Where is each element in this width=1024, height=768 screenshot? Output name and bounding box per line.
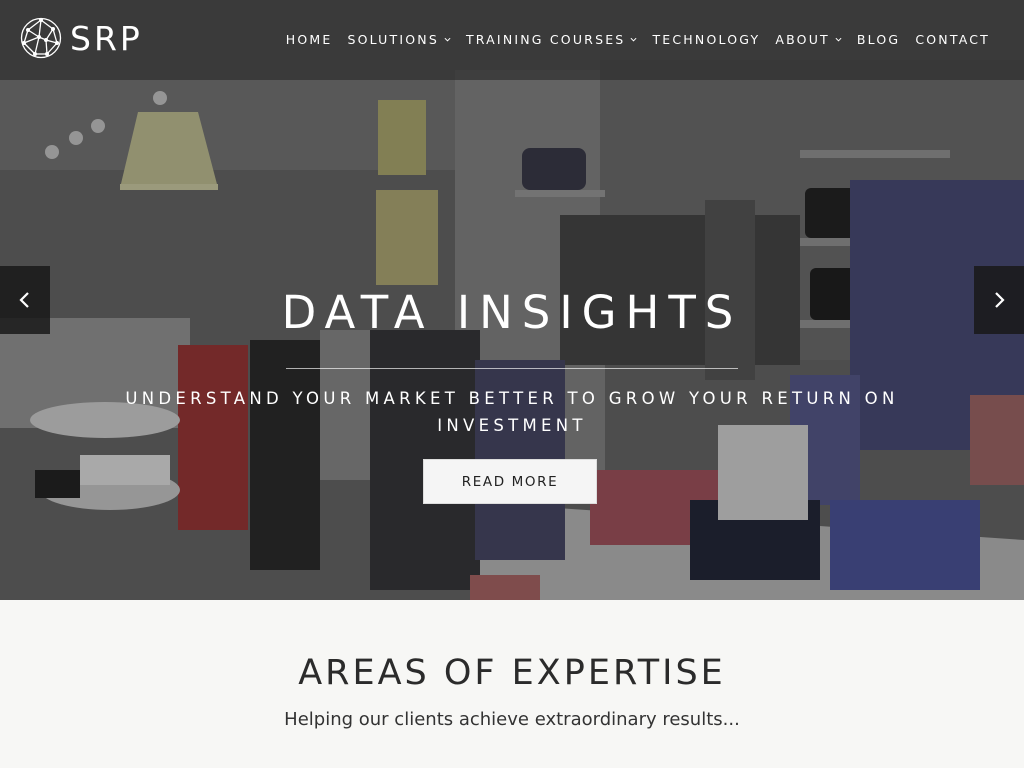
areas-of-expertise-section: AREAS OF EXPERTISE Helping our clients a… bbox=[0, 600, 1024, 768]
section-subtitle: Helping our clients achieve extraordinar… bbox=[284, 709, 740, 730]
main-nav: HOME SOLUTIONS TRAINING COURSES TECHNOLO… bbox=[271, 32, 990, 47]
nav-item-label: SOLUTIONS bbox=[347, 32, 439, 47]
nav-item-label: TECHNOLOGY bbox=[652, 32, 761, 47]
section-title: AREAS OF EXPERTISE bbox=[298, 653, 726, 693]
hero-slider: DATA INSIGHTS UNDERSTAND YOUR MARKET BET… bbox=[0, 0, 1024, 600]
nav-item-solutions[interactable]: SOLUTIONS bbox=[347, 32, 451, 47]
nav-item-label: BLOG bbox=[856, 32, 901, 47]
brand-name: SRP bbox=[70, 18, 143, 58]
chevron-right-icon bbox=[995, 292, 1005, 308]
slider-prev-button[interactable] bbox=[0, 266, 50, 334]
nav-item-label: ABOUT bbox=[775, 32, 830, 47]
logo[interactable]: SRP bbox=[19, 14, 143, 62]
nav-item-technology[interactable]: TECHNOLOGY bbox=[652, 32, 760, 47]
site-header: SRP HOME SOLUTIONS TRAINING COURSES TECH… bbox=[0, 0, 1024, 80]
hero-divider bbox=[286, 368, 738, 369]
chevron-left-icon bbox=[19, 292, 29, 308]
chevron-down-icon bbox=[444, 37, 451, 42]
nav-item-label: TRAINING COURSES bbox=[465, 32, 626, 47]
read-more-button[interactable]: READ MORE bbox=[423, 459, 597, 504]
hero-title: DATA INSIGHTS bbox=[281, 286, 743, 339]
nav-item-training-courses[interactable]: TRAINING COURSES bbox=[466, 32, 637, 47]
slider-next-button[interactable] bbox=[974, 266, 1024, 334]
chevron-down-icon bbox=[630, 37, 637, 42]
nav-item-contact[interactable]: CONTACT bbox=[915, 32, 990, 47]
network-logo-icon bbox=[20, 17, 62, 59]
hero-subtitle: UNDERSTAND YOUR MARKET BETTER TO GROW YO… bbox=[125, 389, 899, 435]
nav-item-about[interactable]: ABOUT bbox=[775, 32, 842, 47]
nav-item-label: CONTACT bbox=[915, 32, 990, 47]
nav-item-blog[interactable]: BLOG bbox=[857, 32, 900, 47]
nav-item-label: HOME bbox=[285, 32, 333, 47]
nav-item-home[interactable]: HOME bbox=[286, 32, 333, 47]
chevron-down-icon bbox=[835, 37, 842, 42]
